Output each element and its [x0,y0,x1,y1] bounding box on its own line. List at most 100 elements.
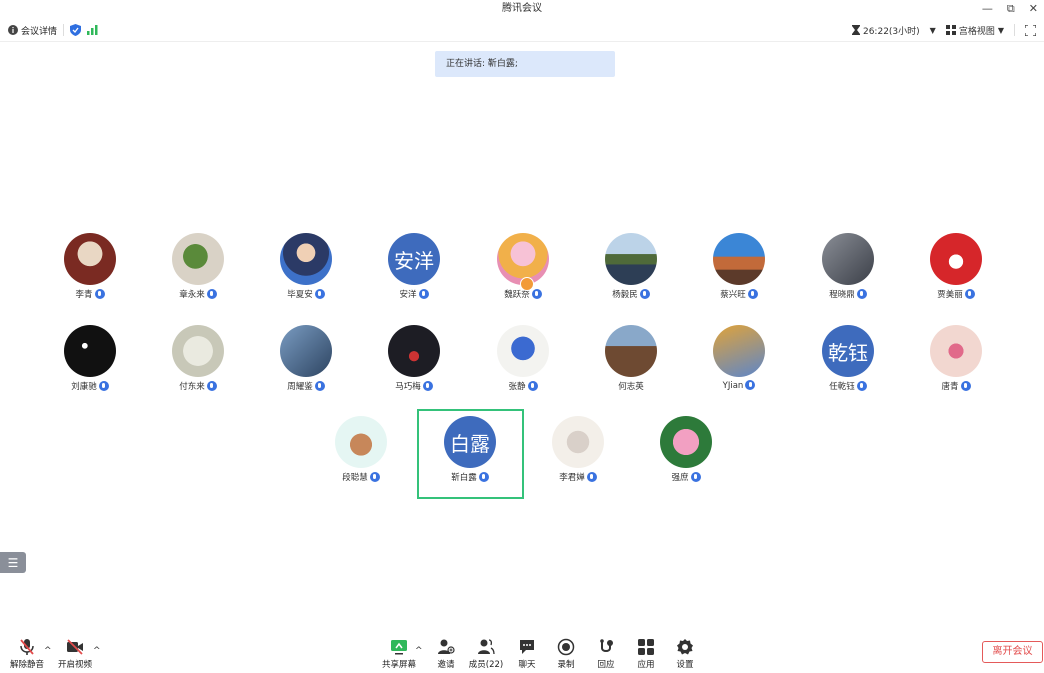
participant-tile[interactable]: 魏跃奈 [469,229,577,321]
participant-name-row: 程晓鼎 [794,288,902,300]
participant-name-row: 唐青 [902,380,1010,392]
avatar [713,233,765,285]
divider [63,24,65,36]
mic-icon [856,289,867,299]
chevron-up-icon[interactable]: ^ [415,646,423,656]
mic-icon [856,381,867,391]
mic-icon [531,289,542,299]
shield-icon[interactable] [70,24,82,36]
unmute-button[interactable]: 解除静音 [5,638,49,672]
participant-tile[interactable]: 蔡兴旺 [685,229,793,321]
mic-muted-icon [5,638,49,656]
participant-tile[interactable]: 章永来 [144,229,252,321]
meeting-details-button[interactable]: 会议详情 [8,24,57,37]
participant-tile[interactable]: 乾钰 任乾钰 [794,321,902,413]
participant-name: 章永来 [179,290,205,300]
avatar [660,416,712,468]
participant-name: 程晓鼎 [829,290,855,300]
list-icon: ☰ [7,555,19,570]
react-button[interactable]: 回应 [584,638,628,672]
record-icon [544,638,588,656]
participant-name: 李君婵 [559,473,585,483]
participant-tile[interactable]: 李君婵 [524,412,632,504]
reaction-icon [584,638,628,656]
mic-icon [964,289,975,299]
participant-name-row: 张静 [469,380,577,392]
leave-meeting-button[interactable]: 离开会议 [982,641,1043,663]
share-screen-label: 共享屏幕 [381,660,416,670]
apps-button[interactable]: 应用 [624,638,668,672]
participant-name-row: 李青 [36,288,144,300]
settings-button[interactable]: 设置 [663,638,707,672]
participant-name-row: 安洋 [360,288,468,300]
grid-view-icon [945,25,956,35]
invite-label: 邀请 [437,660,455,670]
avatar [822,233,874,285]
participant-name-row: 段聪慧 [307,471,415,483]
mic-icon [960,381,971,391]
chat-button[interactable]: 聊天 [505,638,549,672]
avatar [388,325,440,377]
list-toggle-button[interactable]: ☰ [0,552,26,573]
mic-icon [94,289,105,299]
participant-name: 刘康驰 [71,382,97,392]
participant-tile[interactable]: 刘康驰 [36,321,144,413]
record-button[interactable]: 录制 [544,638,588,672]
participant-name-row: 马巧梅 [360,380,468,392]
participant-tile[interactable]: 杨毅民 [577,229,685,321]
participant-tile[interactable]: 强庶 [632,412,740,504]
participant-name: 魏跃奈 [504,290,530,300]
chevron-up-icon[interactable]: ^ [93,646,101,656]
participant-name: 李青 [75,290,93,300]
chevron-down-icon[interactable]: ▼ [930,26,936,35]
participant-tile[interactable]: 周耀鉴 [252,321,360,413]
avatar [930,325,982,377]
window-title: 腾讯会议 [502,3,542,14]
participant-tile[interactable]: 毕夏安 [252,229,360,321]
participant-tile[interactable]: 唐青 [902,321,1010,413]
participant-tile[interactable]: 李青 [36,229,144,321]
view-mode-button[interactable]: 宫格视图 ▼ [945,24,1004,37]
mic-icon [422,381,433,391]
participant-name-row: 付东来 [144,380,252,392]
participant-tile[interactable]: 付东来 [144,321,252,413]
timer[interactable]: 26:22(3小时) [851,24,920,37]
avatar-initials: 乾钰 [828,340,868,365]
timer-label: 26:22(3小时) [862,26,920,37]
participant-tile[interactable]: 何志英 [577,321,685,413]
gear-icon [663,638,707,656]
start-video-button[interactable]: 开启视频 [53,638,97,672]
participant-tile[interactable]: YJian [685,321,793,413]
participant-tile[interactable]: 张静 [469,321,577,413]
participant-tile[interactable]: 安洋 安洋 [360,229,468,321]
apps-label: 应用 [637,660,655,670]
video-off-icon [53,638,97,656]
react-label: 回应 [597,660,615,670]
divider [1014,24,1015,36]
avatar [605,233,657,285]
participant-tile[interactable]: 段聪慧 [307,412,415,504]
participant-tile[interactable]: 程晓鼎 [794,229,902,321]
avatar [335,416,387,468]
mic-icon [747,289,758,299]
close-button[interactable]: ✕ [1029,0,1038,18]
host-badge-icon [520,277,534,291]
participant-name: 强庶 [671,473,689,483]
signal-icon[interactable] [87,25,98,35]
participant-name: 付东来 [179,382,205,392]
participant-tile[interactable]: 贾美丽 [902,229,1010,321]
chat-icon [505,638,549,656]
minimize-button[interactable]: — [982,0,993,18]
restore-button[interactable]: ⧉ [1007,0,1015,18]
avatar [713,325,765,377]
participant-name: 蔡兴旺 [720,290,746,300]
invite-button[interactable]: 邀请 [424,638,468,672]
participant-name-row: 贾美丽 [902,288,1010,300]
record-label: 录制 [557,660,575,670]
fullscreen-icon[interactable] [1025,24,1036,36]
members-button[interactable]: 成员(22) [464,638,508,672]
participant-tile[interactable]: 马巧梅 [360,321,468,413]
mic-icon [314,289,325,299]
chevron-up-icon[interactable]: ^ [44,646,52,656]
mic-icon [369,472,380,482]
